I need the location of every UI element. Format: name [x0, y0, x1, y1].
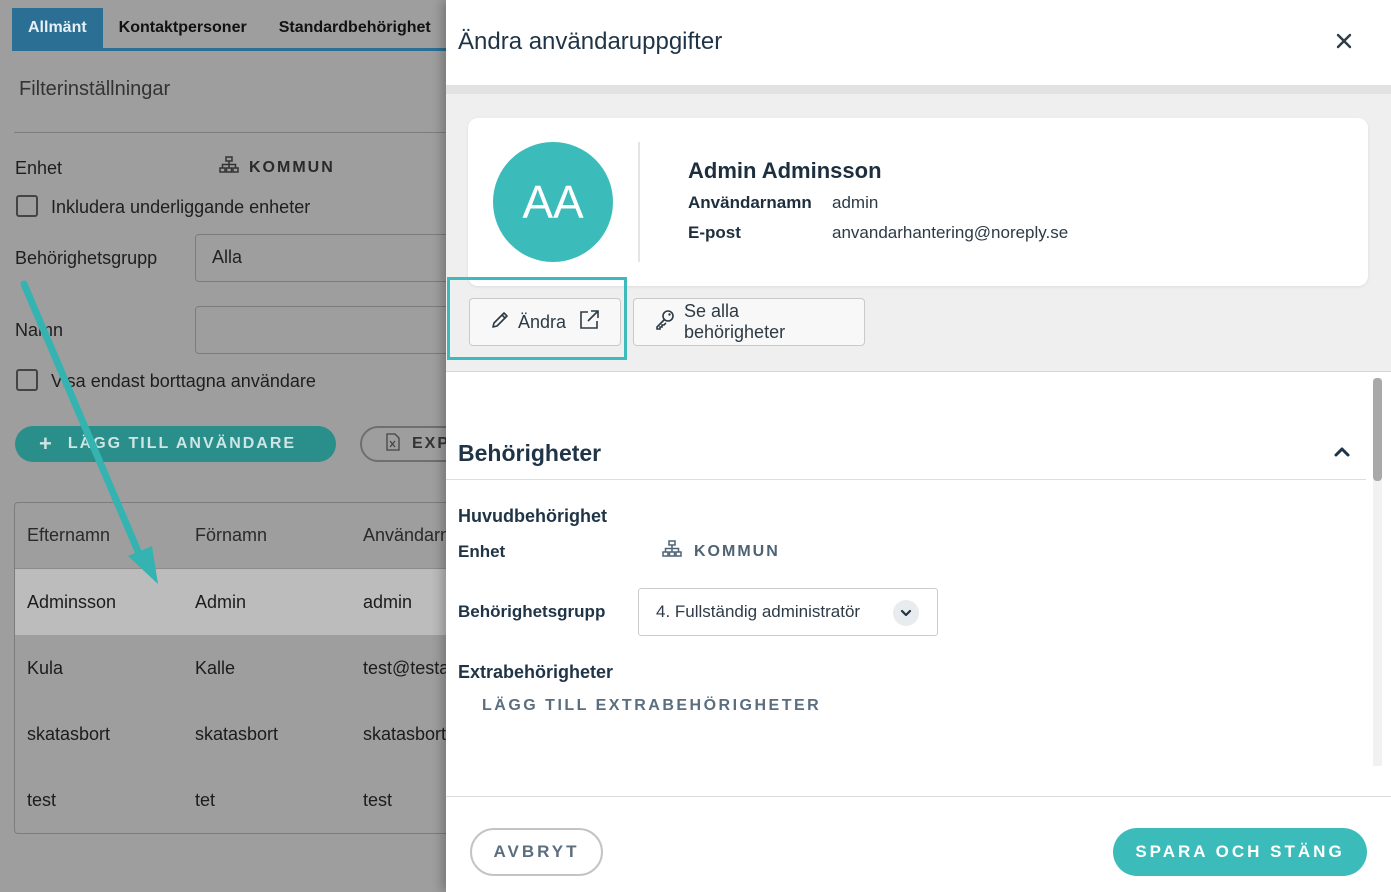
cell-lastname: Kula	[27, 657, 64, 678]
username-label: Användarnamn	[688, 193, 812, 212]
card-divider	[638, 142, 640, 262]
cell-firstname: skatasbort	[195, 723, 279, 744]
add-extra-permissions-link[interactable]: LÄGG TILL EXTRABEHÖRIGHETER	[482, 697, 821, 715]
scrollbar-thumb[interactable]	[1373, 378, 1382, 481]
chevron-up-icon	[1332, 447, 1352, 466]
cancel-button[interactable]: AVBRYT	[470, 828, 603, 876]
permission-group-value: 4. Fullständig administratör	[656, 602, 861, 621]
org-tree-icon	[662, 540, 682, 563]
cell-username: test	[363, 789, 393, 810]
table-row[interactable]: skatasbort skatasbort skatasbort	[15, 701, 453, 767]
cell-firstname: tet	[195, 789, 216, 810]
cell-username: skatasbort	[363, 723, 447, 744]
cell-firstname: Kalle	[195, 657, 236, 678]
close-icon	[1336, 25, 1352, 56]
user-full-name: Admin Adminsson	[688, 158, 882, 183]
cell-lastname: test	[27, 789, 57, 810]
panel-header: Ändra användaruppgifter	[446, 0, 1391, 86]
email-value: anvandarhantering@noreply.se	[832, 223, 1069, 242]
highlight-box	[447, 277, 627, 360]
annotation-arrow-icon	[20, 280, 158, 584]
collapse-section-button[interactable]	[1332, 442, 1352, 462]
section-divider	[446, 479, 1366, 480]
main-permission-title: Huvudbehörighet	[458, 506, 607, 526]
username-value: admin	[832, 193, 879, 212]
permission-group-label: Behörighetsgrupp	[458, 602, 606, 621]
edit-user-panel: Ändra användaruppgifter AA Admin Adminss…	[446, 0, 1391, 892]
permissions-section-title: Behörigheter	[458, 440, 602, 466]
permission-unit-text: KOMMUN	[694, 542, 780, 560]
user-card: AA Admin Adminsson Användarnamn admin E-…	[468, 118, 1368, 286]
view-all-permissions-label: Se alla behörigheter	[684, 301, 786, 342]
extra-permissions-title: Extrabehörigheter	[458, 662, 614, 682]
avatar: AA	[493, 142, 613, 262]
table-row[interactable]: test tet test	[15, 767, 453, 833]
email-label: E-post	[688, 223, 741, 242]
close-button[interactable]	[1330, 26, 1358, 54]
chevron-down-icon	[893, 600, 919, 626]
panel-title: Ändra användaruppgifter	[458, 28, 723, 55]
footer-divider	[446, 796, 1391, 797]
cell-lastname: skatasbort	[27, 723, 111, 744]
cell-username: test@testa	[363, 657, 450, 678]
view-all-permissions-button[interactable]: Se alla behörigheter	[633, 298, 865, 346]
key-icon	[654, 309, 676, 336]
permission-group-select[interactable]: 4. Fullständig administratör	[638, 588, 938, 636]
table-row[interactable]: Kula Kalle test@testa	[15, 635, 453, 701]
save-and-close-button[interactable]: SPARA OCH STÄNG	[1113, 828, 1367, 876]
permission-unit-label: Enhet	[458, 542, 506, 561]
permission-unit-value: KOMMUN	[662, 540, 780, 563]
